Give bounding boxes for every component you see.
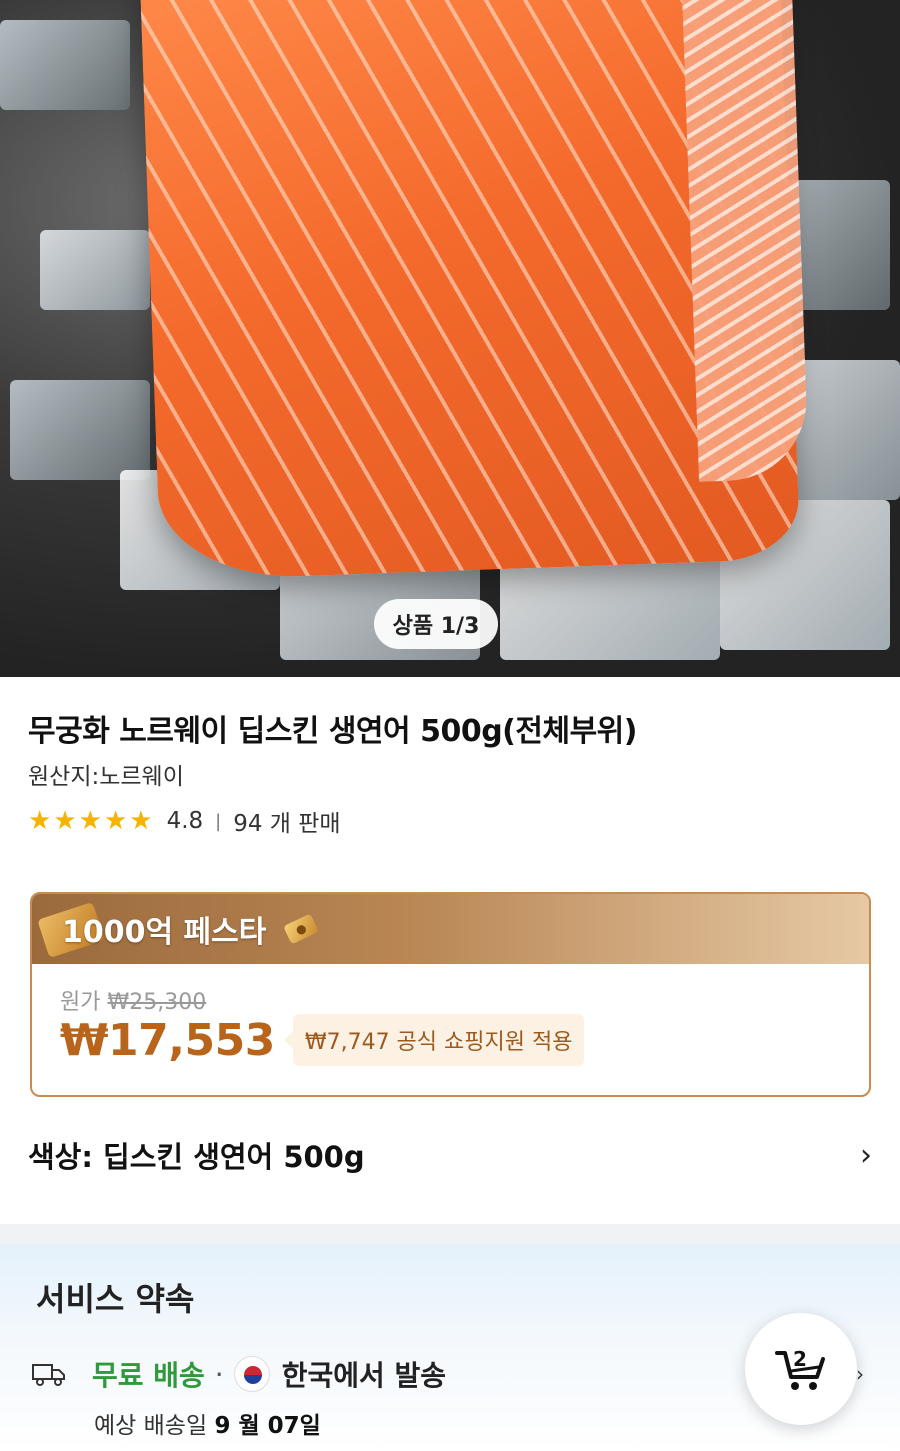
- separator-dot: ·: [214, 1357, 224, 1391]
- option-label: 색상: 딥스킨 생연어 500g: [28, 1140, 365, 1174]
- chevron-right-icon: ›: [860, 1137, 872, 1173]
- product-image-carousel[interactable]: 상품 1/3: [0, 0, 900, 677]
- rating-value: 4.8: [166, 808, 204, 834]
- product-title: 무궁화 노르웨이 딥스킨 생연어 500g(전체부위): [28, 714, 638, 749]
- option-selector[interactable]: 색상: 딥스킨 생연어 500g ›: [28, 1130, 872, 1180]
- star-icon: ★: [129, 806, 153, 836]
- star-rating: ★ ★ ★ ★ ★: [28, 808, 153, 834]
- service-title: 서비스 약속: [36, 1280, 195, 1318]
- truck-icon: [32, 1364, 65, 1386]
- chevron-right-icon: ›: [856, 1362, 864, 1386]
- original-price-value: ₩25,300: [107, 990, 207, 1015]
- salmon-fillet-edge: [680, 0, 810, 482]
- promo-header: 1000억 페스타 ●: [32, 894, 869, 964]
- star-icon: ★: [28, 806, 52, 836]
- current-price-row: ₩17,553 ₩7,747 공식 쇼핑지원 적용: [60, 1014, 585, 1066]
- shipping-row[interactable]: 무료 배송 · 한국에서 발송: [32, 1354, 446, 1394]
- ice-decoration: [0, 20, 130, 110]
- cart-button[interactable]: 2: [745, 1313, 857, 1425]
- section-divider: [0, 1224, 900, 1244]
- ice-decoration: [40, 230, 150, 310]
- coupon-icon: ●: [283, 913, 320, 945]
- promo-title: 1000억 페스타: [62, 915, 267, 950]
- star-icon: ★: [78, 806, 102, 836]
- original-price: 원가 ₩25,300: [60, 984, 206, 1016]
- original-price-label: 원가: [60, 990, 101, 1015]
- eta-label: 예상 배송일: [94, 1413, 208, 1439]
- eta-date: 9 월 07일: [214, 1413, 321, 1439]
- promo-price-card[interactable]: 1000억 페스타 ● 원가 ₩25,300 ₩17,553 ₩7,747 공식…: [30, 892, 871, 1097]
- ice-decoration: [10, 380, 150, 480]
- current-price: ₩17,553: [60, 1014, 275, 1066]
- estimated-delivery: 예상 배송일 9 월 07일: [94, 1406, 321, 1440]
- ship-from-label: 한국에서 발송: [281, 1359, 447, 1392]
- star-icon: ★: [53, 806, 77, 836]
- image-counter-badge: 상품 1/3: [374, 599, 498, 649]
- divider-bar: |: [215, 810, 222, 832]
- sold-count: 94 개 판매: [233, 811, 341, 837]
- subsidy-badge: ₩7,747 공식 쇼핑지원 적용: [283, 1014, 585, 1066]
- cart-count-badge: 2: [793, 1347, 807, 1371]
- star-icon: ★: [103, 806, 128, 836]
- product-origin: 원산지:노르웨이: [28, 764, 184, 790]
- korea-flag-icon: [233, 1356, 270, 1392]
- free-shipping-label: 무료 배송: [92, 1359, 205, 1392]
- rating-row[interactable]: ★ ★ ★ ★ ★ 4.8 | 94 개 판매: [28, 804, 341, 838]
